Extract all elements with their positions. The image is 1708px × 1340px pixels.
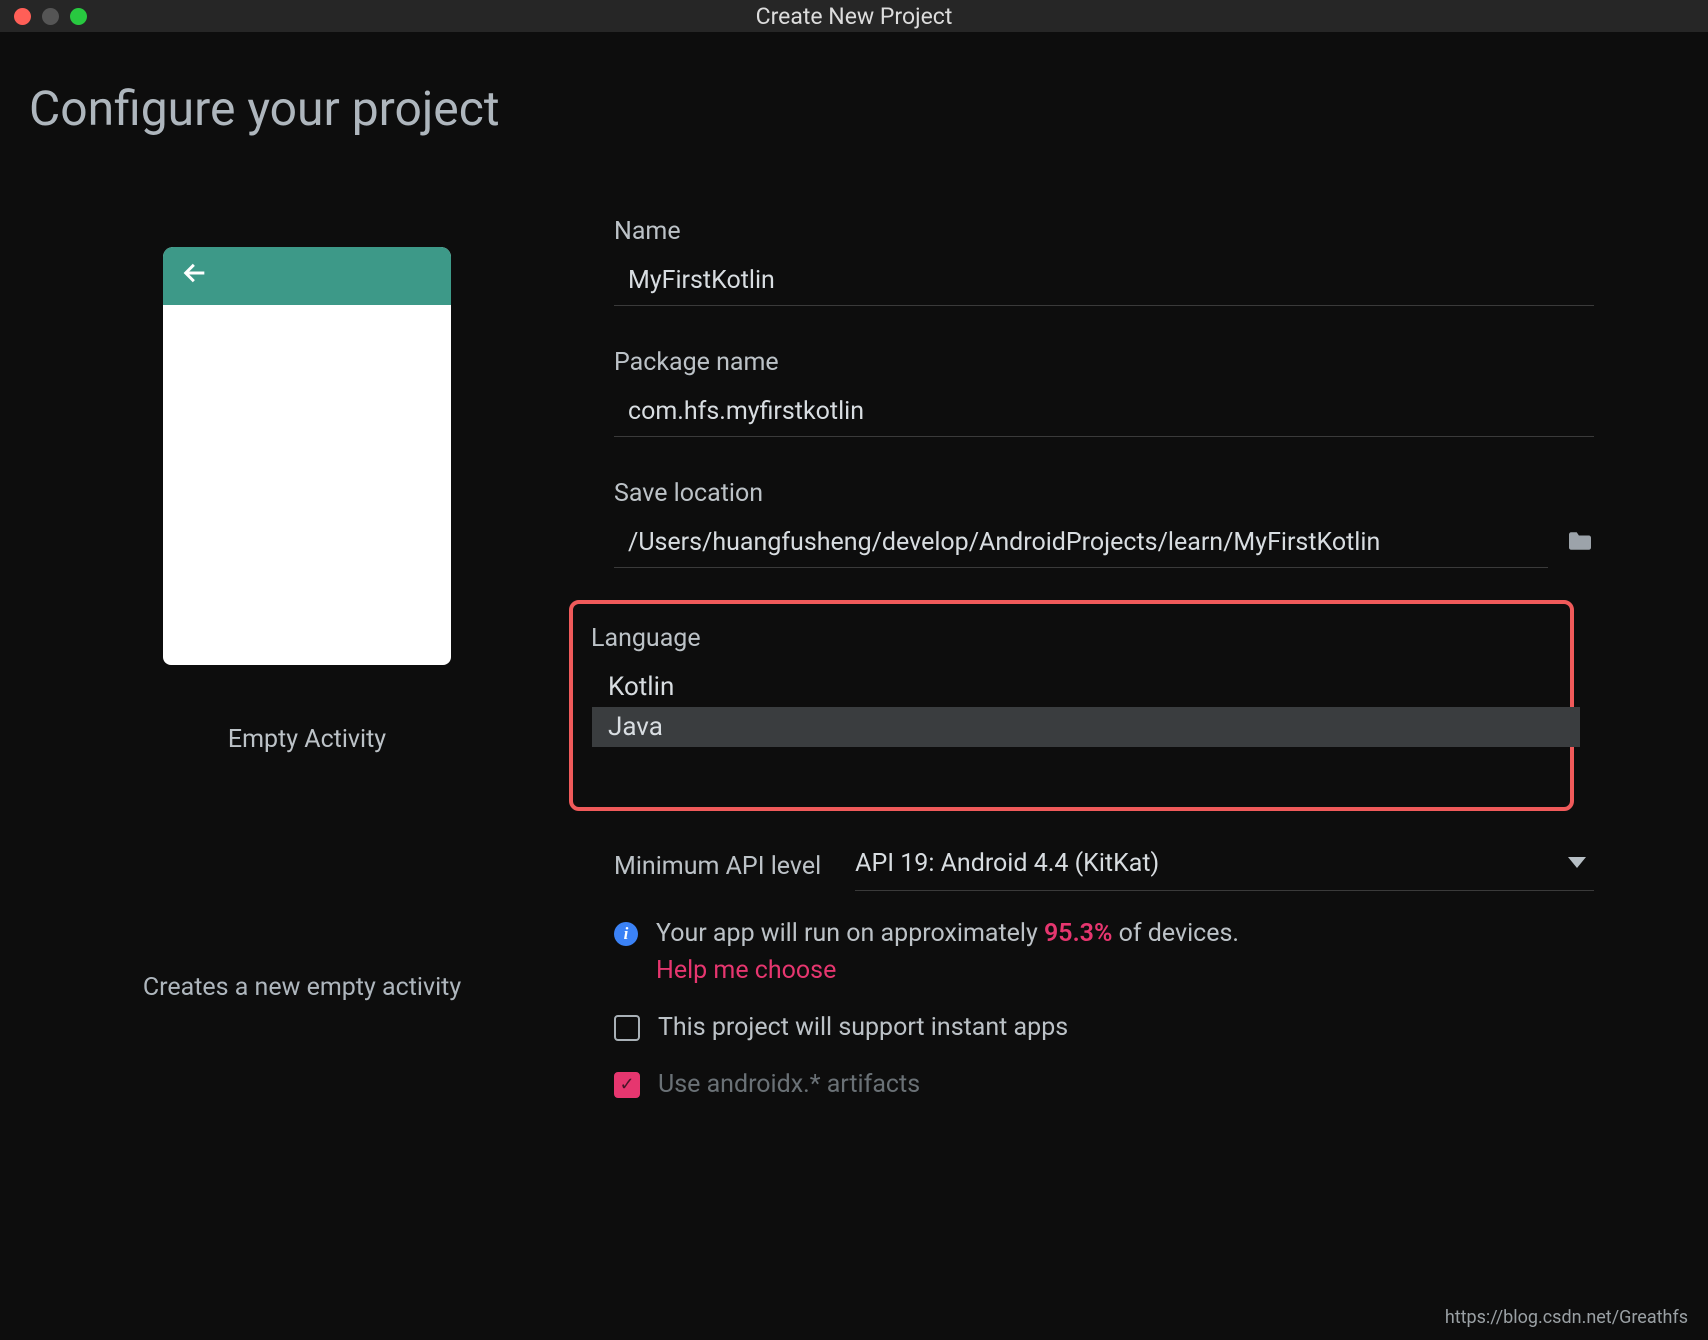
androidx-label: Use androidx.* artifacts [658,1070,920,1099]
api-value: API 19: Android 4.4 (KitKat) [855,849,1159,878]
language-option-kotlin[interactable]: Kotlin [592,667,1580,707]
instant-apps-row: This project will support instant apps [614,1013,1648,1042]
language-highlight: Language Kotlin Java [569,600,1574,811]
maximize-window-button[interactable] [70,8,87,25]
device-percent: 95.3% [1044,919,1112,948]
help-me-choose-link[interactable]: Help me choose [656,956,836,985]
watermark: https://blog.csdn.net/Greathfs [1445,1307,1688,1328]
package-label: Package name [614,348,1648,377]
instant-apps-checkbox[interactable] [614,1015,640,1041]
instant-apps-label: This project will support instant apps [658,1013,1068,1042]
close-window-button[interactable] [14,8,31,25]
language-option-java[interactable]: Java [592,707,1580,747]
template-name: Empty Activity [228,725,386,754]
device-info-row: i Your app will run on approximately 95.… [614,919,1648,948]
api-level-group: Minimum API level API 19: Android 4.4 (K… [614,841,1594,891]
name-group: Name [614,217,1648,306]
device-info-text: Your app will run on approximately 95.3%… [656,919,1239,948]
api-label: Minimum API level [614,852,821,881]
template-description: Creates a new empty activity [0,973,609,1002]
preview-appbar [163,247,451,305]
language-dropdown[interactable]: Kotlin Java [592,667,1580,747]
content-area: Empty Activity Creates a new empty activ… [0,137,1708,1099]
package-input[interactable] [614,387,1594,437]
save-location-group: Save location [614,479,1648,568]
template-preview [163,247,451,665]
window-controls [0,8,87,25]
window-title: Create New Project [756,3,953,30]
chevron-down-icon [1568,854,1586,873]
info-icon: i [614,922,638,946]
browse-folder-icon[interactable] [1566,530,1594,556]
package-group: Package name [614,348,1648,437]
save-location-input[interactable] [614,518,1548,568]
name-input[interactable] [614,256,1594,306]
save-location-label: Save location [614,479,1648,508]
api-select[interactable]: API 19: Android 4.4 (KitKat) [855,841,1594,891]
name-label: Name [614,217,1648,246]
check-icon: ✓ [619,1074,634,1095]
page-title: Configure your project [29,80,1708,137]
androidx-checkbox[interactable]: ✓ [614,1072,640,1098]
back-arrow-icon [181,259,209,294]
form-column: Name Package name Save location Language… [614,217,1708,1099]
titlebar: Create New Project [0,0,1708,32]
minimize-window-button[interactable] [42,8,59,25]
language-label: Language [591,624,1552,653]
preview-column: Empty Activity Creates a new empty activ… [0,217,614,1099]
androidx-row: ✓ Use androidx.* artifacts [614,1070,1648,1099]
